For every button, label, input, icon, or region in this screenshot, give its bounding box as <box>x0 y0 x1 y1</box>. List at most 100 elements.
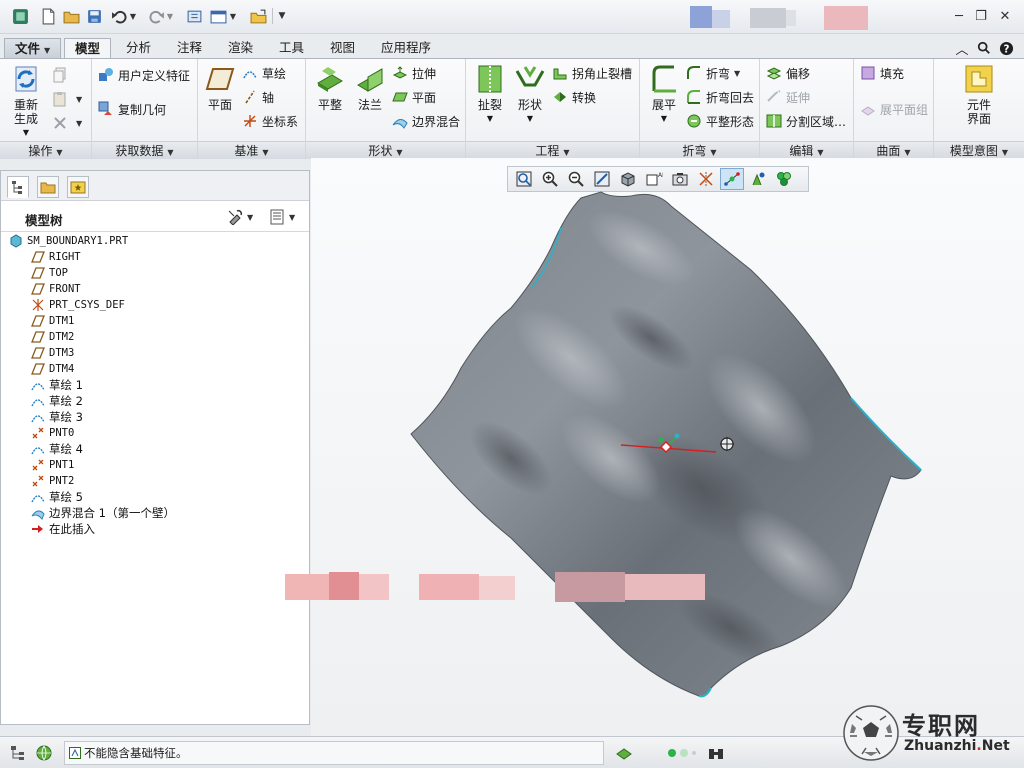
restore-button[interactable]: ❐ <box>972 8 990 24</box>
group-operations-label[interactable]: 操作 ▼ <box>0 141 91 159</box>
tab-favorites[interactable] <box>67 176 89 198</box>
regenerate-button[interactable]: 重新生成 ▼ <box>6 63 46 140</box>
tree-item-sketch-1[interactable]: 草绘 1 <box>31 377 83 393</box>
boundary-blend-surface[interactable] <box>311 158 1024 736</box>
tree-item-pnt2[interactable]: PNT2 <box>31 473 74 489</box>
split-area-button[interactable]: 分割区域… <box>766 111 846 131</box>
redo-icon[interactable] <box>146 6 166 26</box>
tree-item-pnt1[interactable]: PNT1 <box>31 457 74 473</box>
tab-folder-browser[interactable] <box>37 176 59 198</box>
find-button[interactable] <box>706 743 726 763</box>
tree-item-sketch-2[interactable]: 草绘 2 <box>31 393 83 409</box>
tab-view[interactable]: 视图 <box>320 38 365 58</box>
form-button[interactable]: 形状 ▼ <box>510 63 550 126</box>
shape-plane-label: 平面 <box>412 90 437 105</box>
tree-settings-button[interactable]: ▼ <box>227 208 257 226</box>
flat-wall-button[interactable]: 平整 <box>310 63 350 112</box>
tree-item-sketch-3[interactable]: 草绘 3 <box>31 409 83 425</box>
redo-dropdown-icon[interactable]: ▼ <box>165 6 175 26</box>
group-model-intent-label[interactable]: 模型意图 ▼ <box>934 141 1024 159</box>
tree-item-right[interactable]: RIGHT <box>31 249 81 265</box>
app-logo-icon[interactable] <box>10 6 30 26</box>
windows-icon[interactable] <box>208 6 228 26</box>
axis-button[interactable]: 轴 <box>242 87 274 107</box>
extend-button[interactable]: 延伸 <box>766 87 810 107</box>
tree-item-insert-here[interactable]: 在此插入 <box>31 521 95 537</box>
open-folder-icon[interactable] <box>61 6 81 26</box>
new-file-icon[interactable] <box>38 6 58 26</box>
customize-toolbar-icon[interactable]: ▼ <box>276 6 288 26</box>
group-editing-label[interactable]: 编辑 ▼ <box>760 141 853 159</box>
chevron-down-icon: ▼ <box>734 68 741 78</box>
tab-annotate[interactable]: 注释 <box>167 38 212 58</box>
navigator-toggle-button[interactable] <box>8 743 28 763</box>
search-icon[interactable] <box>976 40 992 56</box>
tab-file[interactable]: 文件 ▼ <box>4 38 62 58</box>
tree-item-dtm3[interactable]: DTM3 <box>31 345 74 361</box>
user-defined-feature-button[interactable]: 用户定义特征 <box>98 65 190 85</box>
boundary-blend-button[interactable]: 边界混合 <box>392 111 460 131</box>
unbend-button[interactable]: 展平 ▼ <box>644 63 684 126</box>
collapse-ribbon-icon[interactable]: ︿ <box>954 40 970 58</box>
tree-item-boundary-blend[interactable]: 边界混合 1（第一个壁） <box>31 505 175 521</box>
group-engineering-label[interactable]: 工程 ▼ <box>466 141 639 159</box>
regeneration-status-button[interactable] <box>614 743 634 763</box>
undo-dropdown-icon[interactable]: ▼ <box>128 6 138 26</box>
save-icon[interactable] <box>84 6 104 26</box>
convert-button[interactable]: 转换 <box>552 87 596 107</box>
bend-back-button[interactable]: 折弯回去 <box>686 87 754 107</box>
tree-item-csys[interactable]: PRT_CSYS_DEF <box>31 297 125 313</box>
tree-item-dtm2[interactable]: DTM2 <box>31 329 74 345</box>
tree-item-top[interactable]: TOP <box>31 265 68 281</box>
tab-tools[interactable]: 工具 <box>269 38 314 58</box>
status-light-icon <box>668 749 676 757</box>
delete-button[interactable]: ▼ <box>52 113 82 133</box>
tree-item-dtm4[interactable]: DTM4 <box>31 361 74 377</box>
regenerate-icon[interactable] <box>184 6 204 26</box>
rip-button[interactable]: 扯裂 ▼ <box>470 63 510 126</box>
tab-model[interactable]: 模型 <box>64 38 112 60</box>
help-icon[interactable]: ? <box>998 40 1014 56</box>
group-bend-label[interactable]: 折弯 ▼ <box>640 141 759 159</box>
offset-button[interactable]: 偏移 <box>766 63 810 83</box>
minimize-button[interactable]: ─ <box>950 8 968 24</box>
windows-dropdown-icon[interactable]: ▼ <box>228 6 238 26</box>
corner-relief-button[interactable]: 拐角止裂槽 <box>552 63 632 83</box>
tree-item-part[interactable]: SM_BOUNDARY1.PRT <box>9 233 128 249</box>
undo-icon[interactable] <box>109 6 129 26</box>
tree-item-pnt0[interactable]: PNT0 <box>31 425 74 441</box>
group-shape-label[interactable]: 形状 ▼ <box>306 141 465 159</box>
sketch-button[interactable]: 草绘 <box>242 63 286 83</box>
tab-model-tree[interactable] <box>7 176 29 198</box>
group-get-data-label[interactable]: 获取数据 ▼ <box>92 141 197 159</box>
close-window-icon[interactable] <box>248 6 268 26</box>
browser-toggle-button[interactable] <box>34 743 54 763</box>
tree-item-sketch-4[interactable]: 草绘 4 <box>31 441 83 457</box>
flatten-quilt-button[interactable]: 展平面组 <box>860 99 928 119</box>
tree-item-dtm1[interactable]: DTM1 <box>31 313 74 329</box>
paste-button[interactable]: ▼ <box>52 89 82 109</box>
bend-button[interactable]: 折弯 ▼ <box>686 63 740 83</box>
fill-button[interactable]: 填充 <box>860 63 904 83</box>
shape-plane-button[interactable]: 平面 <box>392 87 436 107</box>
flange-button[interactable]: 法兰 <box>350 63 390 112</box>
group-datum-label[interactable]: 基准 ▼ <box>198 141 305 159</box>
graphics-window[interactable]: AB <box>285 158 1024 736</box>
flat-state-button[interactable]: 平整形态 <box>686 111 754 131</box>
tab-render[interactable]: 渲染 <box>218 38 263 58</box>
datum-plane-button[interactable]: 平面 <box>202 63 238 112</box>
extrude-button[interactable]: 拉伸 <box>392 63 436 83</box>
csys-button[interactable]: 坐标系 <box>242 111 298 131</box>
group-surfaces-label[interactable]: 曲面 ▼ <box>854 141 933 159</box>
tab-applications[interactable]: 应用程序 <box>371 38 441 58</box>
tree-item-sketch-5[interactable]: 草绘 5 <box>31 489 83 505</box>
copy-button[interactable] <box>52 65 72 85</box>
tab-analysis[interactable]: 分析 <box>116 38 161 58</box>
component-interface-button[interactable]: 元件界面 <box>954 63 1004 126</box>
extend-label: 延伸 <box>786 90 811 105</box>
soccer-ball-logo-icon <box>843 705 899 761</box>
tree-item-front[interactable]: FRONT <box>31 281 81 297</box>
close-button[interactable]: ✕ <box>996 8 1014 24</box>
tree-show-button[interactable]: ▼ <box>269 208 305 226</box>
copy-geometry-button[interactable]: 复制几何 <box>98 99 166 119</box>
